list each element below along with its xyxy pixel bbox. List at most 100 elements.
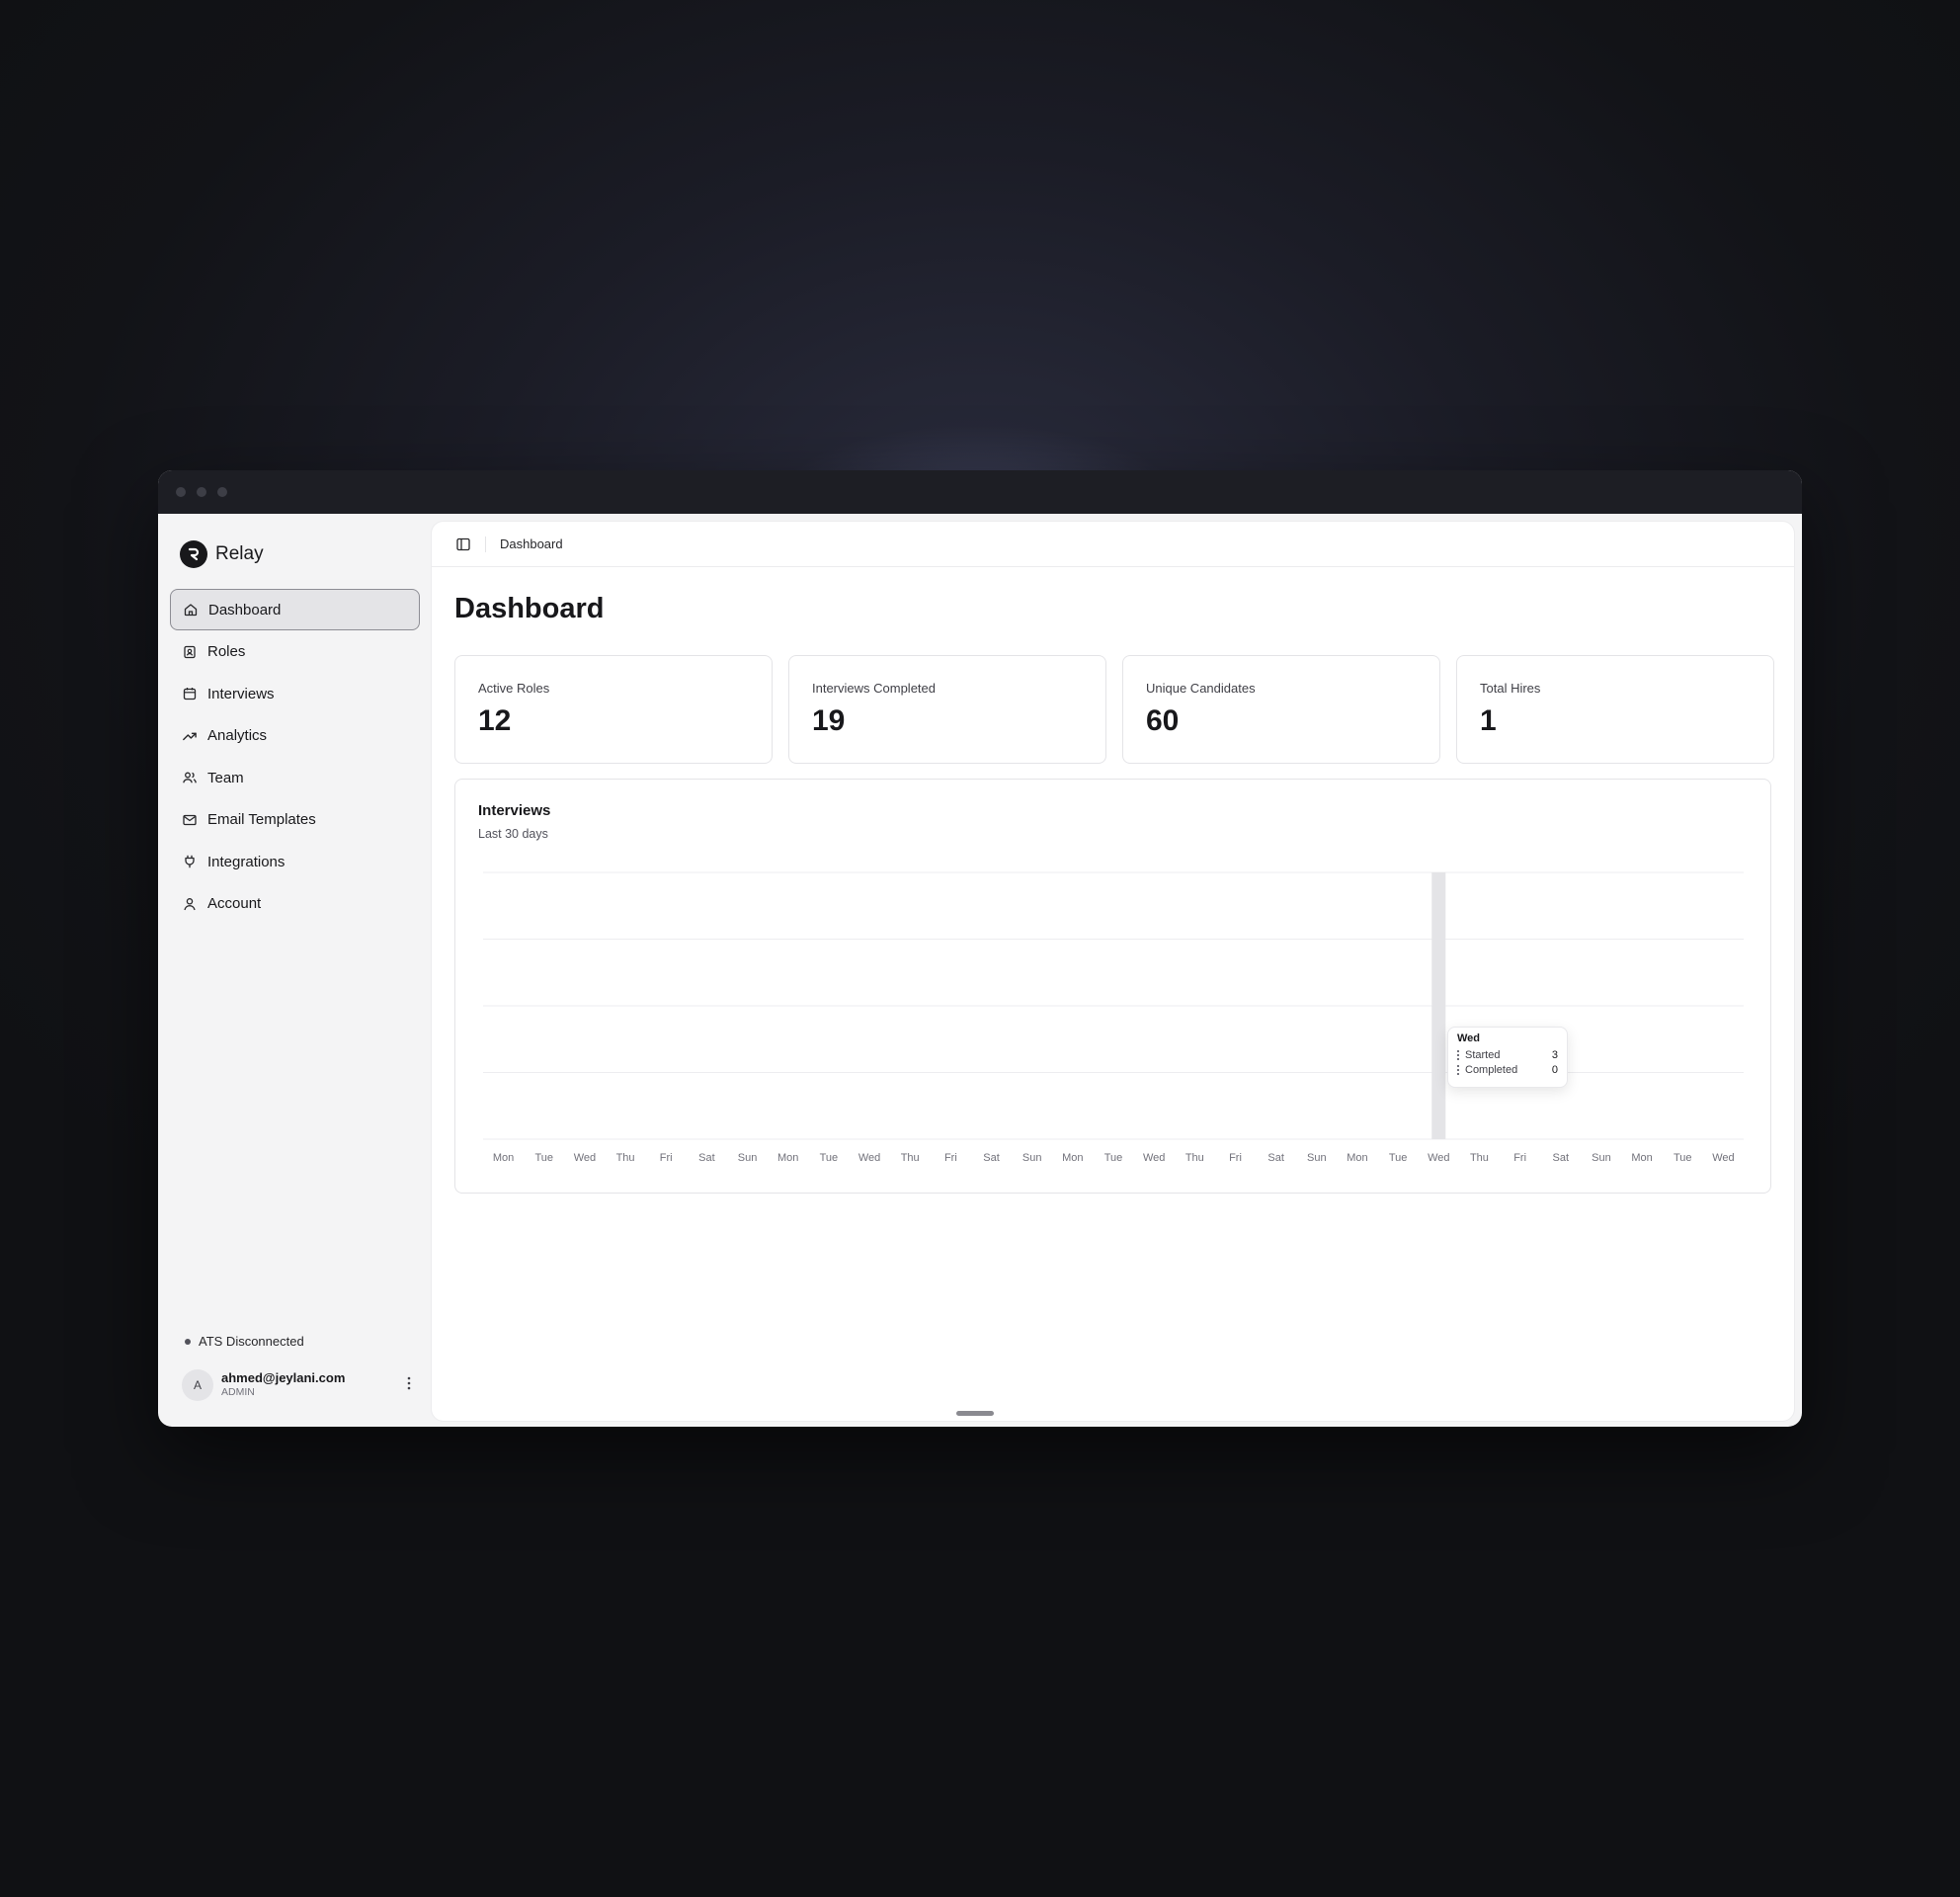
brand[interactable]: Relay [180,537,420,571]
tooltip-value: 0 [1551,1064,1558,1076]
sidebar-item-label: Interviews [207,685,275,702]
x-tick-label: Fri [660,1152,673,1164]
x-tick-label: Fri [944,1152,957,1164]
sidebar-nav: Dashboard Roles Interviews Analytics Team Ema… [170,589,420,925]
series-marker-icon [1457,1065,1459,1075]
sidebar-item-dashboard[interactable]: Dashboard [170,589,420,630]
user-icon [182,896,198,912]
sidebar-item-label: Account [207,895,262,912]
x-tick-label: Mon [777,1152,798,1164]
chart-tooltip: Wed Started 3 Completed 0 [1447,1027,1568,1088]
page-title: Dashboard [454,593,605,624]
sidebar-item-label: Email Templates [207,811,316,828]
sidebar-item-team[interactable]: Team [170,757,420,798]
x-tick-label: Tue [534,1152,553,1164]
x-tick-label: Sat [1553,1152,1570,1164]
status-dot-icon [185,1338,191,1345]
x-tick-label: Wed [858,1152,880,1164]
more-vertical-icon[interactable] [407,1376,411,1395]
sidebar-item-integrations[interactable]: Integrations [170,841,420,882]
x-tick-label: Sun [1022,1152,1042,1164]
x-tick-label: Wed [574,1152,596,1164]
sidebar: Relay Dashboard Roles Interviews Analytics T… [158,514,432,1427]
ats-status: ATS Disconnected [185,1334,304,1349]
tooltip-value: 3 [1551,1049,1558,1061]
avatar: A [182,1369,213,1401]
sidebar-item-label: Dashboard [208,601,282,619]
sidebar-item-email-templates[interactable]: Email Templates [170,799,420,841]
x-tick-label: Mon [493,1152,514,1164]
stat-card-interviews-completed: Interviews Completed 19 [788,655,1106,764]
x-tick-label: Sat [698,1152,715,1164]
x-tick-label: Sun [738,1152,758,1164]
interviews-chart[interactable]: Mon Tue Wed Thu Fri Sat Sun Mon Tue Wed Thu Fri Sat S… [455,780,1772,1195]
stats-row: Active Roles 12 Interviews Completed 19 Uniq… [454,655,1774,764]
stat-label: Total Hires [1480,681,1541,696]
tooltip-row-started: Started 3 [1457,1049,1558,1061]
users-icon [182,770,198,785]
topbar: Dashboard [432,522,1794,567]
tooltip-label: Completed [1465,1064,1518,1076]
user-role: ADMIN [221,1386,255,1399]
tooltip-row-completed: Completed 0 [1457,1064,1558,1076]
x-tick-label: Wed [1428,1152,1449,1164]
sidebar-item-label: Integrations [207,853,286,870]
stat-label: Unique Candidates [1146,681,1256,696]
x-tick-label: Tue [1104,1152,1123,1164]
topbar-divider [485,536,486,552]
stat-value: 19 [812,704,846,737]
stat-card-total-hires: Total Hires 1 [1456,655,1774,764]
window-minimize-dot[interactable] [197,487,206,497]
x-tick-label: Mon [1062,1152,1083,1164]
x-tick-label: Thu [1185,1152,1204,1164]
stat-label: Interviews Completed [812,681,936,696]
x-tick-label: Sat [983,1152,1000,1164]
x-tick-label: Thu [616,1152,635,1164]
x-tick-label: Tue [1674,1152,1692,1164]
breadcrumb[interactable]: Dashboard [500,536,563,551]
sidebar-item-account[interactable]: Account [170,883,420,925]
trending-up-icon [182,728,198,744]
relay-logo-icon [180,540,207,568]
x-tick-label: Thu [1470,1152,1489,1164]
sidebar-item-analytics[interactable]: Analytics [170,715,420,757]
badge-icon [182,644,198,660]
tooltip-title: Wed [1457,1032,1481,1044]
calendar-icon [182,686,198,701]
user-profile[interactable]: A ahmed@jeylani.com ADMIN [182,1369,419,1401]
x-tick-label: Fri [1229,1152,1242,1164]
interviews-chart-card: Interviews Last 30 days Mon Tue Wed Thu Fri S… [454,779,1771,1194]
series-marker-icon [1457,1050,1459,1060]
brand-name: Relay [215,543,264,564]
tooltip-label: Started [1465,1049,1501,1061]
x-tick-label: Sat [1267,1152,1284,1164]
ats-status-label: ATS Disconnected [199,1334,304,1349]
plug-icon [182,854,198,869]
stat-value: 1 [1480,704,1497,737]
sidebar-item-roles[interactable]: Roles [170,631,420,673]
sidebar-toggle-icon[interactable] [455,536,471,552]
sidebar-item-label: Analytics [207,727,268,744]
sidebar-item-label: Roles [207,643,246,660]
sidebar-item-label: Team [207,769,244,786]
stat-value: 12 [478,704,512,737]
x-tick-label: Fri [1513,1152,1526,1164]
x-tick-label: Mon [1347,1152,1367,1164]
window-titlebar [158,470,1802,514]
window-close-dot[interactable] [176,487,186,497]
chart-hover-highlight [1431,872,1446,1139]
x-tick-label: Tue [820,1152,839,1164]
x-tick-label: Mon [1631,1152,1652,1164]
stat-card-unique-candidates: Unique Candidates 60 [1122,655,1440,764]
x-tick-label: Wed [1143,1152,1165,1164]
sidebar-item-interviews[interactable]: Interviews [170,673,420,714]
x-tick-label: Wed [1712,1152,1734,1164]
app-window: Relay Dashboard Roles Interviews Analytics T… [158,470,1802,1427]
home-icon [183,602,199,618]
stat-value: 60 [1146,704,1180,737]
window-maximize-dot[interactable] [217,487,227,497]
mail-icon [182,812,198,828]
x-tick-label: Sun [1307,1152,1327,1164]
resize-handle[interactable] [956,1411,994,1416]
x-tick-label: Thu [901,1152,920,1164]
